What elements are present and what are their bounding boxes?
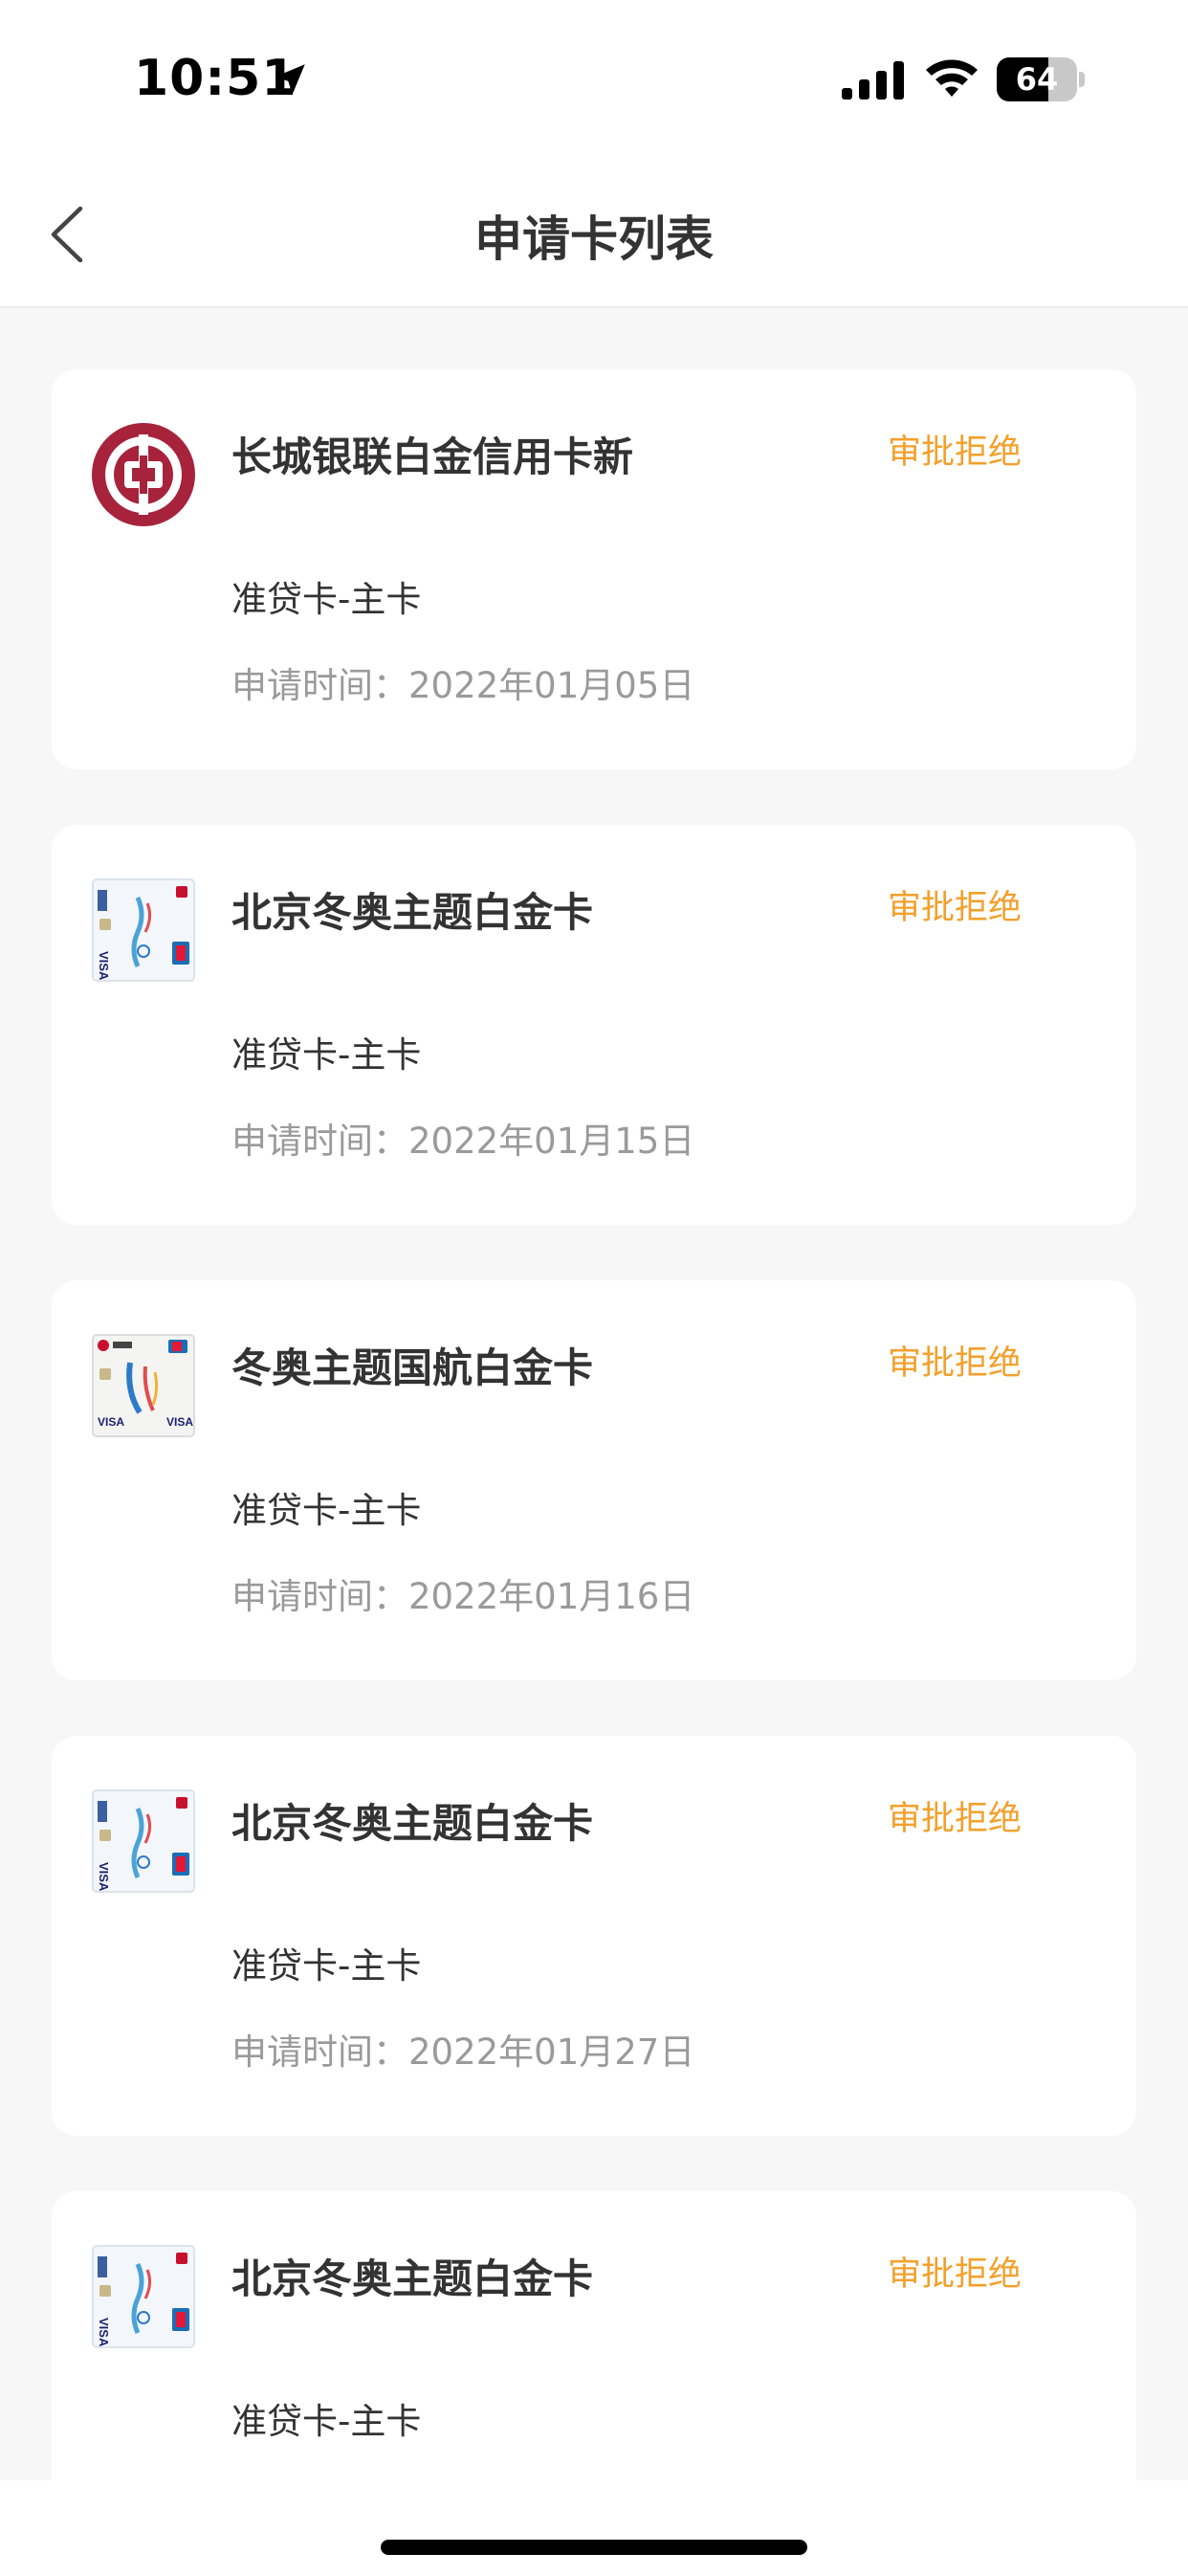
nav-bar: 申请卡列表	[0, 153, 1188, 308]
card-type: 准贷卡-主卡	[231, 1034, 422, 1076]
card-name: 北京冬奥主题白金卡	[231, 889, 594, 936]
list-item[interactable]: 长城银联白金信用卡新 审批拒绝 准贷卡-主卡 申请时间：2022年01月05日	[52, 369, 1136, 769]
wifi-icon	[926, 59, 978, 97]
status-badge: 审批拒绝	[888, 433, 1023, 472]
winter-olympics-card-image: VISA	[92, 2245, 195, 2348]
card-name: 北京冬奥主题白金卡	[231, 1800, 594, 1847]
status-bar: 10:51 64	[0, 0, 1188, 153]
page-title: 申请卡列表	[474, 211, 714, 267]
battery-level: 64	[1015, 61, 1059, 98]
application-date: 申请时间：2022年01月16日	[231, 1576, 695, 1617]
location-arrow-icon	[275, 64, 305, 95]
air-china-olympics-card-image: VISA VISA	[92, 1334, 195, 1437]
list-item[interactable]: VISA 北京冬奥主题白金卡 审批拒绝 准贷卡-主卡 申请时间：2022年01月…	[52, 825, 1136, 1225]
card-type: 准贷卡-主卡	[231, 1945, 422, 1987]
card-type: 准贷卡-主卡	[231, 1490, 422, 1531]
home-indicator[interactable]	[381, 2540, 807, 2555]
card-name: 北京冬奥主题白金卡	[231, 2255, 594, 2302]
application-date: 申请时间：2022年01月15日	[231, 1121, 695, 1162]
bank-of-china-logo	[92, 423, 195, 526]
bottom-safe-area	[0, 2480, 1188, 2576]
winter-olympics-card-image: VISA	[92, 1789, 195, 1893]
card-type: 准贷卡-主卡	[231, 2401, 422, 2442]
status-badge: 审批拒绝	[888, 1344, 1023, 1383]
battery-indicator: 64	[997, 57, 1085, 101]
svg-text:VISA: VISA	[166, 1415, 193, 1429]
svg-text:VISA: VISA	[98, 1415, 124, 1429]
application-date: 申请时间：2022年01月05日	[231, 665, 695, 706]
card-name: 冬奥主题国航白金卡	[231, 1344, 594, 1391]
svg-text:VISA: VISA	[97, 951, 111, 981]
status-badge: 审批拒绝	[888, 1800, 1023, 1838]
card-type: 准贷卡-主卡	[231, 579, 422, 620]
screen: 10:51 64 申请卡列表 长城银联白金信用卡新 审批拒绝 准贷卡-主卡 申请…	[0, 0, 1188, 2576]
winter-olympics-card-image: VISA	[92, 878, 195, 982]
application-list[interactable]: 长城银联白金信用卡新 审批拒绝 准贷卡-主卡 申请时间：2022年01月05日 …	[0, 308, 1188, 2480]
list-item[interactable]: VISA 北京冬奥主题白金卡 审批拒绝 准贷卡-主卡 申请时间：2022年01月…	[52, 1736, 1136, 2136]
list-item[interactable]: VISA VISA 冬奥主题国航白金卡 审批拒绝 准贷卡-主卡 申请时间：202…	[52, 1280, 1136, 1680]
status-badge: 审批拒绝	[888, 2255, 1023, 2294]
card-name: 长城银联白金信用卡新	[231, 433, 634, 480]
svg-text:VISA: VISA	[97, 2318, 111, 2347]
status-badge: 审批拒绝	[888, 889, 1023, 927]
application-date: 申请时间：2022年01月27日	[231, 2032, 695, 2073]
svg-text:VISA: VISA	[97, 1862, 111, 1892]
cellular-signal-icon	[842, 61, 904, 100]
list-item[interactable]: VISA 北京冬奥主题白金卡 审批拒绝 准贷卡-主卡	[52, 2191, 1136, 2480]
